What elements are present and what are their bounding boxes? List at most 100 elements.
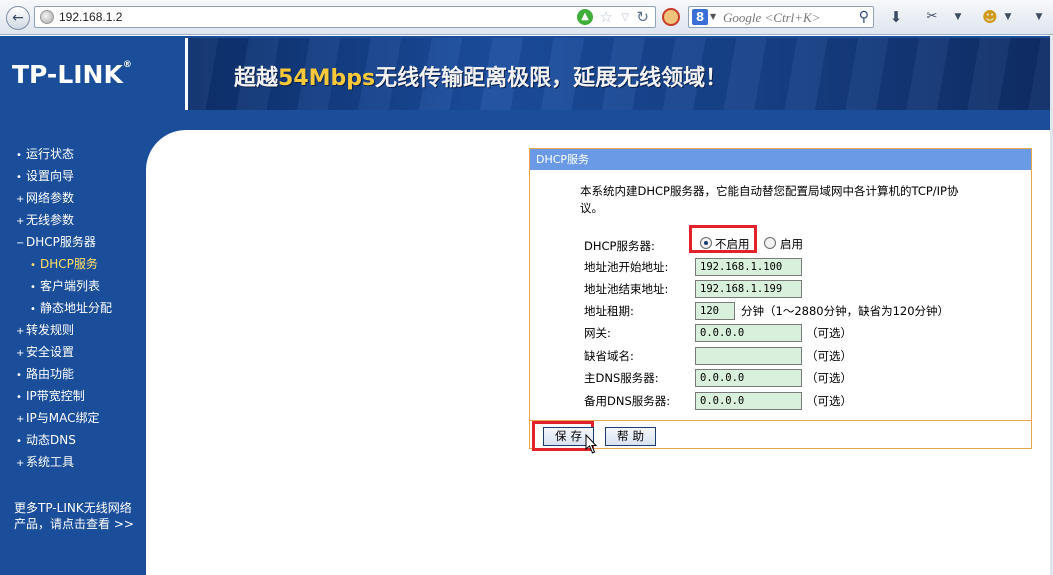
search-icon[interactable]: ⚲ — [859, 8, 869, 26]
pool-end-label: 地址池结束地址: — [584, 282, 669, 296]
sidebar-item-security[interactable]: + 安全设置 — [16, 342, 112, 364]
back-arrow-icon[interactable]: ← — [6, 6, 30, 30]
gateway-row: 网关: 0.0.0.0 （可选） — [584, 323, 1024, 343]
sidebar-item-forwarding[interactable]: + 转发规则 — [16, 320, 112, 342]
radio-disable[interactable] — [700, 237, 712, 249]
optional-hint: （可选） — [806, 349, 852, 363]
banner-slogan: 超越54Mbps无线传输距离极限，延展无线领域！ — [234, 60, 727, 92]
sidebar-item-network[interactable]: + 网络参数 — [16, 188, 112, 210]
sidebar-item-label: 路由功能 — [26, 367, 75, 381]
sidebar-item-label: DHCP服务 — [40, 257, 98, 271]
dhcp-description: 本系统内建DHCP服务器，它能自动替您配置局域网中各计算机的TCP/IP协议。 — [580, 184, 959, 215]
bookmark-star-icon[interactable]: ☆ — [600, 8, 613, 26]
lease-label: 地址租期: — [584, 304, 634, 318]
sidebar-item-label: 运行状态 — [26, 147, 75, 161]
tool-dropdown-icon[interactable]: ▼ — [952, 6, 964, 28]
google-engine-icon[interactable]: 8 — [692, 9, 708, 25]
radio-enable-label[interactable]: 启用 — [780, 236, 803, 252]
address-bar[interactable]: 192.168.1.2 ▲ ☆ ▽ ↻ — [34, 6, 656, 28]
sidebar-item-bandwidth[interactable]: • IP带宽控制 — [16, 386, 112, 408]
sidebar-item-status[interactable]: • 运行状态 — [16, 144, 112, 166]
sidebar-item-dhcp-service[interactable]: • DHCP服务 — [16, 254, 112, 276]
download-icon[interactable]: ⬇ — [886, 6, 906, 28]
dns1-row: 主DNS服务器: 0.0.0.0 （可选） — [584, 368, 1024, 388]
dhcp-server-row: DHCP服务器: 不启用 启用 — [584, 225, 1024, 256]
sidebar-item-ddns[interactable]: • 动态DNS — [16, 430, 112, 452]
mouse-pointer-icon — [585, 434, 598, 454]
dns1-input[interactable]: 0.0.0.0 — [695, 369, 802, 387]
site-globe-icon — [40, 10, 54, 24]
engine-dropdown-icon[interactable]: ▼ — [710, 10, 716, 24]
sidebar-item-label: 网络参数 — [26, 191, 75, 205]
expand-icon: + — [16, 414, 25, 425]
radio-enable[interactable] — [764, 237, 776, 249]
pool-start-input[interactable]: 192.168.1.100 — [695, 258, 802, 276]
pool-end-input[interactable]: 192.168.1.199 — [695, 280, 802, 298]
sidebar-item-system-tools[interactable]: + 系统工具 — [16, 452, 112, 474]
sidebar-item-label: DHCP服务器 — [26, 235, 96, 249]
logo-text: TP-LINK — [12, 60, 123, 89]
bullet-icon: • — [16, 172, 22, 183]
optional-hint: （可选） — [806, 371, 852, 385]
sidebar-item-label: 静态地址分配 — [40, 301, 113, 315]
sidebar-item-wizard[interactable]: • 设置向导 — [16, 166, 112, 188]
sidebar-item-label: 系统工具 — [26, 455, 75, 469]
collapse-icon: − — [16, 238, 25, 249]
sidebar-item-ip-mac-binding[interactable]: + IP与MAC绑定 — [16, 408, 112, 430]
sidebar-item-client-list[interactable]: • 客户端列表 — [16, 276, 112, 298]
expand-icon: + — [16, 458, 25, 469]
expand-icon: + — [16, 348, 25, 359]
history-dropdown-icon[interactable]: ▽ — [621, 9, 629, 27]
bullet-icon: • — [16, 150, 22, 161]
slogan-pre: 超越 — [234, 66, 279, 91]
screenshot-tool-icon[interactable]: ✂ — [921, 6, 943, 28]
sidebar-item-dhcp-server[interactable]: − DHCP服务器 — [16, 232, 112, 254]
reload-icon[interactable]: ↻ — [636, 8, 649, 26]
button-bar: 保存 帮助 — [530, 420, 1031, 451]
slogan-speed: 54Mbps — [278, 66, 376, 91]
expand-icon: + — [16, 326, 25, 337]
pool-end-row: 地址池结束地址: 192.168.1.199 — [584, 279, 1024, 299]
sidebar-item-static-address[interactable]: • 静态地址分配 — [16, 298, 112, 320]
more-products-link[interactable]: 更多TP-LINK无线网络 产品，请点击查看 >> — [14, 500, 144, 532]
sidebar-menu: • 运行状态 • 设置向导 + 网络参数 + 无线参数 − DHCP服务器 • DHCP服务… — [16, 144, 112, 474]
slogan-post: 无线传输距离极限，延展无线领域！ — [375, 66, 728, 91]
dhcp-panel: DHCP服务 本系统内建DHCP服务器，它能自动替您配置局域网中各计算机的TCP… — [529, 148, 1032, 451]
logo-mark: ® — [122, 60, 132, 70]
url-text[interactable]: 192.168.1.2 — [59, 10, 122, 24]
lease-input[interactable]: 120 — [695, 302, 735, 320]
more-products-line1: 更多TP-LINK无线网络 — [14, 501, 132, 515]
bullet-icon: • — [16, 436, 22, 447]
go-arrow-icon[interactable]: ▲ — [577, 9, 593, 25]
addon-face-icon[interactable]: ☻ — [980, 6, 1000, 28]
dns1-label: 主DNS服务器: — [584, 371, 659, 385]
sidebar-item-label: 安全设置 — [26, 345, 75, 359]
addon-block-icon[interactable] — [662, 8, 680, 26]
addon-dropdown-icon[interactable]: ▼ — [1002, 6, 1014, 28]
overflow-menu-icon[interactable]: ▼ — [1030, 6, 1048, 28]
dns2-row: 备用DNS服务器: 0.0.0.0 （可选） — [584, 391, 1024, 411]
sidebar-item-wireless[interactable]: + 无线参数 — [16, 210, 112, 232]
sidebar-item-label: IP带宽控制 — [26, 389, 85, 403]
panel-title: DHCP服务 — [530, 149, 1031, 170]
pool-start-label: 地址池开始地址: — [584, 260, 669, 274]
browser-toolbar: ← 192.168.1.2 ▲ ☆ ▽ ↻ 8 ▼ ⚲ ⬇ ✂ ▼ ☻ ▼ ▼ — [0, 0, 1053, 35]
help-button[interactable]: 帮助 — [605, 427, 656, 446]
search-bar[interactable]: 8 ▼ ⚲ — [688, 6, 874, 28]
dhcp-server-label: DHCP服务器: — [584, 239, 655, 253]
dns2-label: 备用DNS服务器: — [584, 394, 671, 408]
radio-disable-label[interactable]: 不启用 — [715, 236, 750, 252]
gateway-input[interactable]: 0.0.0.0 — [695, 324, 802, 342]
lease-hint: 分钟（1～2880分钟，缺省为120分钟） — [741, 304, 950, 318]
sidebar-item-label: 动态DNS — [26, 433, 76, 447]
gateway-label: 网关: — [584, 326, 611, 340]
domain-input[interactable] — [695, 347, 802, 365]
sidebar-item-routing[interactable]: • 路由功能 — [16, 364, 112, 386]
expand-icon: + — [16, 194, 25, 205]
bullet-icon: • — [30, 304, 36, 315]
sidebar-item-label: 无线参数 — [26, 213, 75, 227]
optional-hint: （可选） — [806, 326, 852, 340]
bullet-icon: • — [16, 392, 22, 403]
search-input[interactable] — [723, 9, 853, 26]
dns2-input[interactable]: 0.0.0.0 — [695, 392, 802, 410]
